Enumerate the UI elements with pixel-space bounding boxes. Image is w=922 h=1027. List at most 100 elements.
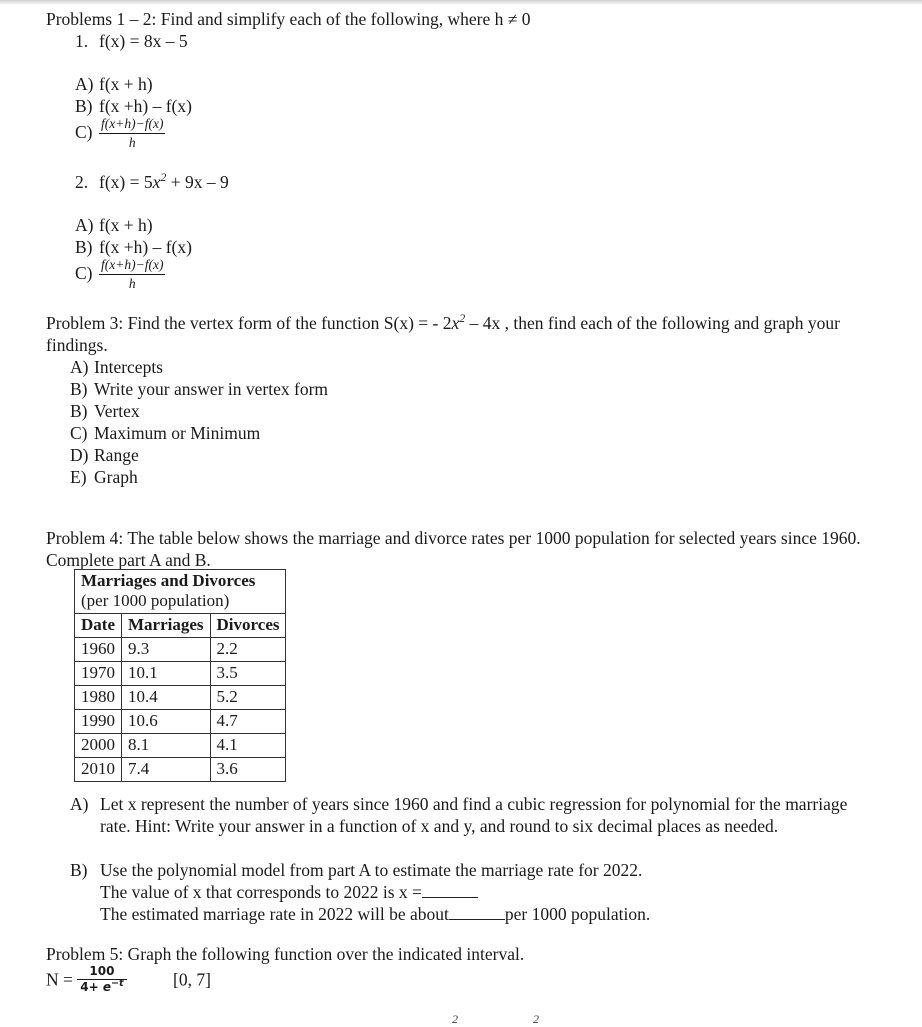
problem-2-part-b-label: B) bbox=[75, 237, 93, 257]
fraction-denominator: h bbox=[128, 275, 136, 291]
table-title: Marriages and Divorces bbox=[73, 569, 287, 591]
problem-2-part-b: B) f(x +h) – f(x) bbox=[75, 236, 192, 258]
problem-3-item-b2: B) Vertex bbox=[70, 400, 140, 422]
cutoff-exponent-right: 2 bbox=[533, 1012, 539, 1026]
problem-5-fraction: 100 4+ e−t bbox=[77, 964, 127, 995]
problems-1-2-heading: Problems 1 – 2: Find and simplify each o… bbox=[46, 9, 531, 29]
cell-divorces: 4.7 bbox=[209, 709, 287, 734]
problem-4-part-a-text: Let x represent the number of years sinc… bbox=[100, 794, 848, 836]
problem-5-interval: [0, 7] bbox=[173, 969, 211, 990]
problem-3-item-a: A) Intercepts bbox=[70, 356, 163, 378]
problem-2-difference-quotient: f(x+h)−f(x) h bbox=[99, 257, 166, 292]
problem-5-intro: Problem 5: Graph the following function … bbox=[46, 944, 525, 964]
cell-date: 1960 bbox=[74, 637, 122, 662]
table-title-row: Marriages and Divorces bbox=[73, 569, 287, 591]
cell-divorces: 3.6 bbox=[209, 757, 287, 782]
problem-1-part-b-label: B) bbox=[75, 96, 93, 116]
problem-3-item-c-label: C) bbox=[70, 423, 88, 443]
cell-date: 2000 bbox=[74, 733, 122, 758]
cell-marriages: 10.6 bbox=[121, 709, 211, 734]
table-row: 2000 8.1 4.1 bbox=[74, 733, 287, 758]
cell-marriages: 7.4 bbox=[121, 757, 211, 782]
problem-2-part-a: A) f(x + h) bbox=[75, 214, 153, 236]
problem-3-item-b2-text: Vertex bbox=[94, 401, 140, 421]
problem-1-part-c: C) f(x+h)−f(x) h bbox=[75, 116, 166, 152]
problem-2-statement: 2. f(x) = 5x2 + 9x – 9 bbox=[75, 171, 229, 193]
cell-date: 1990 bbox=[74, 709, 122, 734]
problem-4-part-b: B) Use the polynomial model from part A … bbox=[70, 859, 880, 925]
problem-5-denominator-lead: 4+ bbox=[80, 980, 103, 995]
table-row: 1990 10.6 4.7 bbox=[74, 709, 287, 734]
problem-4-part-b-blank-line-1: The value of x that corresponds to 2022 … bbox=[100, 881, 880, 903]
problem-1-difference-quotient: f(x+h)−f(x) h bbox=[99, 116, 166, 151]
marriages-divorces-table: Marriages and Divorces (per 1000 populat… bbox=[73, 569, 287, 782]
problem-4-part-b-blank-line-2: The estimated marriage rate in 2022 will… bbox=[100, 903, 880, 925]
problem-2-number: 2. bbox=[75, 172, 89, 192]
problem-3-item-a-text: Intercepts bbox=[94, 357, 163, 377]
problem-3-item-c-text: Maximum or Minimum bbox=[94, 423, 261, 443]
problem-2-function-lead: f(x) = 5 bbox=[99, 172, 153, 192]
cell-divorces: 5.2 bbox=[209, 685, 287, 710]
problem-4-part-b-line2-suffix: per 1000 population. bbox=[504, 904, 651, 924]
table-subtitle: (per 1000 population) bbox=[73, 591, 287, 614]
answer-blank-marriage-rate[interactable] bbox=[448, 906, 505, 920]
problem-4-part-b-label: B) bbox=[70, 860, 88, 880]
problem-3-item-e-label: E) bbox=[70, 467, 87, 487]
problem-2-part-c: C) f(x+h)−f(x) h bbox=[75, 257, 166, 293]
problem-4-intro: Problem 4: The table below shows the mar… bbox=[46, 528, 861, 570]
problem-1-part-a-text: f(x + h) bbox=[99, 74, 153, 94]
problem-1-part-b-text: f(x +h) – f(x) bbox=[99, 96, 192, 116]
problem-4-part-b-line1-prompt: The value of x that corresponds to 2022 … bbox=[100, 882, 422, 902]
column-header-divorces: Divorces bbox=[209, 613, 287, 638]
cutoff-exponent-left: 2 bbox=[452, 1012, 458, 1026]
problem-5-denominator-base: e bbox=[102, 980, 111, 995]
problem-3-intro-lead: Problem 3: Find the vertex form of the f… bbox=[46, 313, 452, 333]
table-row: 1960 9.3 2.2 bbox=[74, 637, 287, 662]
cell-date: 1980 bbox=[74, 685, 122, 710]
problem-4-part-a: A) Let x represent the number of years s… bbox=[70, 793, 880, 837]
worksheet-page: Problems 1 – 2: Find and simplify each o… bbox=[0, 0, 922, 1026]
problem-5-denominator-exponent: −t bbox=[111, 978, 124, 990]
problem-1-number: 1. bbox=[75, 31, 89, 51]
marriages-divorces-table-wrapper: Marriages and Divorces (per 1000 populat… bbox=[73, 569, 287, 782]
column-header-marriages: Marriages bbox=[121, 613, 211, 638]
cell-marriages: 10.1 bbox=[121, 661, 211, 686]
cell-marriages: 8.1 bbox=[121, 733, 211, 758]
problem-1-part-a-label: A) bbox=[75, 74, 94, 94]
problem-3-item-c: C) Maximum or Minimum bbox=[70, 422, 260, 444]
fraction-numerator: f(x+h)−f(x) bbox=[99, 257, 166, 275]
problem-2-part-a-text: f(x + h) bbox=[99, 215, 153, 235]
table-row: 1980 10.4 5.2 bbox=[74, 685, 287, 710]
problem-3-item-b2-label: B) bbox=[70, 401, 88, 421]
fraction-numerator: f(x+h)−f(x) bbox=[99, 116, 166, 134]
cell-marriages: 10.4 bbox=[121, 685, 211, 710]
table-row: 1970 10.1 3.5 bbox=[74, 661, 287, 686]
problem-3-item-b1: B) Write your answer in vertex form bbox=[70, 378, 328, 400]
problem-3-item-e-text: Graph bbox=[94, 467, 138, 487]
cell-date: 2010 bbox=[74, 757, 122, 782]
problem-2-part-c-label: C) bbox=[75, 263, 93, 284]
problem-2-function-tail: + 9x – 9 bbox=[166, 172, 229, 192]
problem-3-item-d-text: Range bbox=[94, 445, 139, 465]
problem-5-denominator: 4+ e−t bbox=[77, 978, 126, 995]
problem-5-formula: N = 100 4+ e−t [0, 7] bbox=[46, 964, 211, 996]
problem-4-part-b-line2-prompt: The estimated marriage rate in 2022 will… bbox=[100, 904, 449, 924]
table-subtitle-row: (per 1000 population) bbox=[73, 591, 287, 614]
problem-3-item-a-label: A) bbox=[70, 357, 89, 377]
cell-divorces: 3.5 bbox=[209, 661, 287, 686]
problem-1-function: f(x) = 8x – 5 bbox=[99, 31, 188, 51]
problem-3-intro: Problem 3: Find the vertex form of the f… bbox=[46, 312, 876, 356]
problem-1-part-a: A) f(x + h) bbox=[75, 73, 153, 95]
cell-divorces: 4.1 bbox=[209, 733, 287, 758]
cell-marriages: 9.3 bbox=[121, 637, 211, 662]
problem-1-part-c-label: C) bbox=[75, 122, 93, 143]
problem-3-item-d-label: D) bbox=[70, 445, 89, 465]
problem-1-part-b: B) f(x +h) – f(x) bbox=[75, 95, 192, 117]
problem-3-item-d: D) Range bbox=[70, 444, 139, 466]
answer-blank-x-value[interactable] bbox=[421, 884, 478, 898]
column-header-date: Date bbox=[74, 613, 122, 638]
problem-4-part-a-label: A) bbox=[70, 794, 89, 814]
cell-date: 1970 bbox=[74, 661, 122, 686]
problem-1-statement: 1. f(x) = 8x – 5 bbox=[75, 30, 188, 52]
table-header-row: Date Marriages Divorces bbox=[74, 613, 287, 638]
